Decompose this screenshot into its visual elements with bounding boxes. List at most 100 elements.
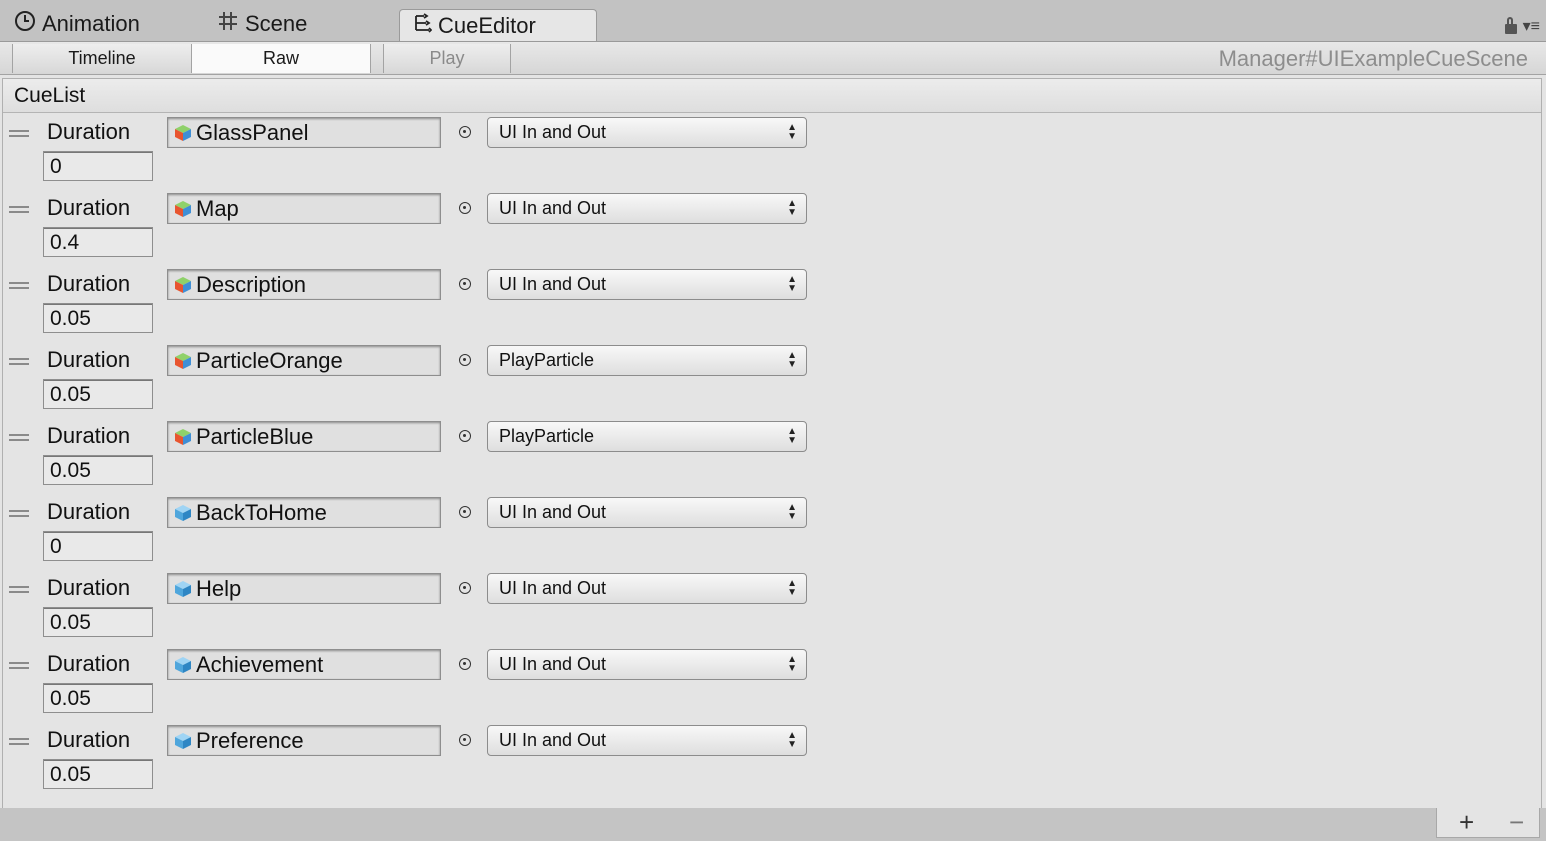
cuelist-panel: CueList Duration 0 GlassPanel UI In and … — [2, 78, 1542, 810]
cue-row: Duration 0 GlassPanel UI In and Out ▲ ▼ — [3, 113, 1541, 189]
drag-handle-icon[interactable] — [9, 434, 29, 441]
action-label: PlayParticle — [499, 350, 595, 370]
duration-field[interactable]: 0.05 — [43, 759, 153, 789]
play-button[interactable]: Play — [383, 44, 511, 73]
object-name: ParticleOrange — [196, 347, 343, 373]
object-picker-icon[interactable] — [459, 430, 471, 442]
action-label: UI In and Out — [499, 502, 607, 522]
object-picker-icon[interactable] — [459, 734, 471, 746]
action-dropdown[interactable]: UI In and Out ▲ ▼ — [487, 573, 807, 604]
duration-label: Duration — [47, 347, 131, 372]
action-dropdown[interactable]: UI In and Out ▲ ▼ — [487, 269, 807, 300]
cue-row: Duration 0.05 ParticleOrange PlayParticl… — [3, 341, 1541, 417]
object-picker-icon[interactable] — [459, 506, 471, 518]
object-picker-icon[interactable] — [459, 126, 471, 138]
lock-icon[interactable] — [1504, 17, 1517, 34]
object-field[interactable]: Achievement — [167, 649, 441, 680]
drag-handle-icon[interactable] — [9, 662, 29, 669]
footer-strip: + − — [0, 808, 1546, 841]
dropdown-arrows-icon: ▲ ▼ — [787, 350, 797, 370]
action-dropdown[interactable]: UI In and Out ▲ ▼ — [487, 117, 807, 148]
duration-field[interactable]: 0.05 — [43, 607, 153, 637]
object-name: Map — [196, 195, 239, 221]
object-name: Preference — [196, 727, 304, 753]
duration-field[interactable]: 0.05 — [43, 455, 153, 485]
action-dropdown[interactable]: UI In and Out ▲ ▼ — [487, 725, 807, 756]
action-dropdown[interactable]: PlayParticle ▲ ▼ — [487, 345, 807, 376]
object-field[interactable]: ParticleOrange — [167, 345, 441, 376]
tab-scene[interactable]: Scene — [217, 6, 307, 41]
drag-handle-icon[interactable] — [9, 206, 29, 213]
list-footer: + − — [1436, 808, 1540, 838]
object-field[interactable]: ParticleBlue — [167, 421, 441, 452]
duration-label: Duration — [47, 727, 131, 752]
duration-label: Duration — [47, 119, 131, 144]
duration-label: Duration — [47, 499, 131, 524]
raw-button[interactable]: Raw — [191, 44, 371, 73]
clock-icon — [14, 10, 36, 38]
object-name: GlassPanel — [196, 119, 309, 145]
duration-field[interactable]: 0.05 — [43, 683, 153, 713]
grid-icon — [217, 10, 239, 38]
drag-handle-icon[interactable] — [9, 586, 29, 593]
action-label: UI In and Out — [499, 198, 607, 218]
duration-label: Duration — [47, 271, 131, 296]
object-picker-icon[interactable] — [459, 354, 471, 366]
dropdown-arrows-icon: ▲ ▼ — [787, 502, 797, 522]
blue-cube-icon — [175, 656, 191, 673]
tab-menu-icon[interactable]: ▾≡ — [1523, 19, 1540, 35]
window-corner-icons: ▾≡ — [1504, 17, 1540, 35]
object-field[interactable]: Description — [167, 269, 441, 300]
cue-row: Duration 0 BackToHome UI In and Out ▲ ▼ — [3, 493, 1541, 569]
blue-cube-icon — [175, 504, 191, 521]
tab-animation[interactable]: Animation — [14, 6, 140, 41]
object-field[interactable]: Help — [167, 573, 441, 604]
object-picker-icon[interactable] — [459, 658, 471, 670]
object-field[interactable]: GlassPanel — [167, 117, 441, 148]
drag-handle-icon[interactable] — [9, 510, 29, 517]
colored-cube-icon — [175, 200, 191, 217]
remove-cue-button[interactable]: − — [1509, 809, 1524, 835]
action-label: UI In and Out — [499, 274, 607, 294]
dropdown-arrows-icon: ▲ ▼ — [787, 122, 797, 142]
blue-cube-icon — [175, 732, 191, 749]
cue-editor-icon — [414, 13, 433, 39]
object-field[interactable]: BackToHome — [167, 497, 441, 528]
dropdown-arrows-icon: ▲ ▼ — [787, 426, 797, 446]
duration-label: Duration — [47, 423, 131, 448]
dropdown-arrows-icon: ▲ ▼ — [787, 730, 797, 750]
action-label: UI In and Out — [499, 654, 607, 674]
action-label: PlayParticle — [499, 426, 595, 446]
duration-field[interactable]: 0.05 — [43, 303, 153, 333]
blue-cube-icon — [175, 580, 191, 597]
dropdown-arrows-icon: ▲ ▼ — [787, 654, 797, 674]
object-name: Help — [196, 575, 242, 601]
tab-cue-editor[interactable]: CueEditor — [399, 9, 597, 42]
action-dropdown[interactable]: UI In and Out ▲ ▼ — [487, 193, 807, 224]
object-picker-icon[interactable] — [459, 582, 471, 594]
timeline-button[interactable]: Timeline — [12, 44, 192, 73]
duration-field[interactable]: 0.4 — [43, 227, 153, 257]
tab-scene-label: Scene — [245, 10, 308, 36]
action-dropdown[interactable]: UI In and Out ▲ ▼ — [487, 497, 807, 528]
duration-field[interactable]: 0 — [43, 531, 153, 561]
drag-handle-icon[interactable] — [9, 358, 29, 365]
duration-field[interactable]: 0.05 — [43, 379, 153, 409]
action-dropdown[interactable]: PlayParticle ▲ ▼ — [487, 421, 807, 452]
drag-handle-icon[interactable] — [9, 130, 29, 137]
dropdown-arrows-icon: ▲ ▼ — [787, 578, 797, 598]
object-field[interactable]: Map — [167, 193, 441, 224]
drag-handle-icon[interactable] — [9, 738, 29, 745]
duration-field[interactable]: 0 — [43, 151, 153, 181]
drag-handle-icon[interactable] — [9, 282, 29, 289]
tab-animation-label: Animation — [42, 10, 140, 36]
object-picker-icon[interactable] — [459, 202, 471, 214]
action-label: UI In and Out — [499, 122, 607, 142]
action-dropdown[interactable]: UI In and Out ▲ ▼ — [487, 649, 807, 680]
object-picker-icon[interactable] — [459, 278, 471, 290]
cue-row: Duration 0.05 ParticleBlue PlayParticle … — [3, 417, 1541, 493]
colored-cube-icon — [175, 124, 191, 141]
colored-cube-icon — [175, 428, 191, 445]
add-cue-button[interactable]: + — [1459, 809, 1474, 835]
object-field[interactable]: Preference — [167, 725, 441, 756]
